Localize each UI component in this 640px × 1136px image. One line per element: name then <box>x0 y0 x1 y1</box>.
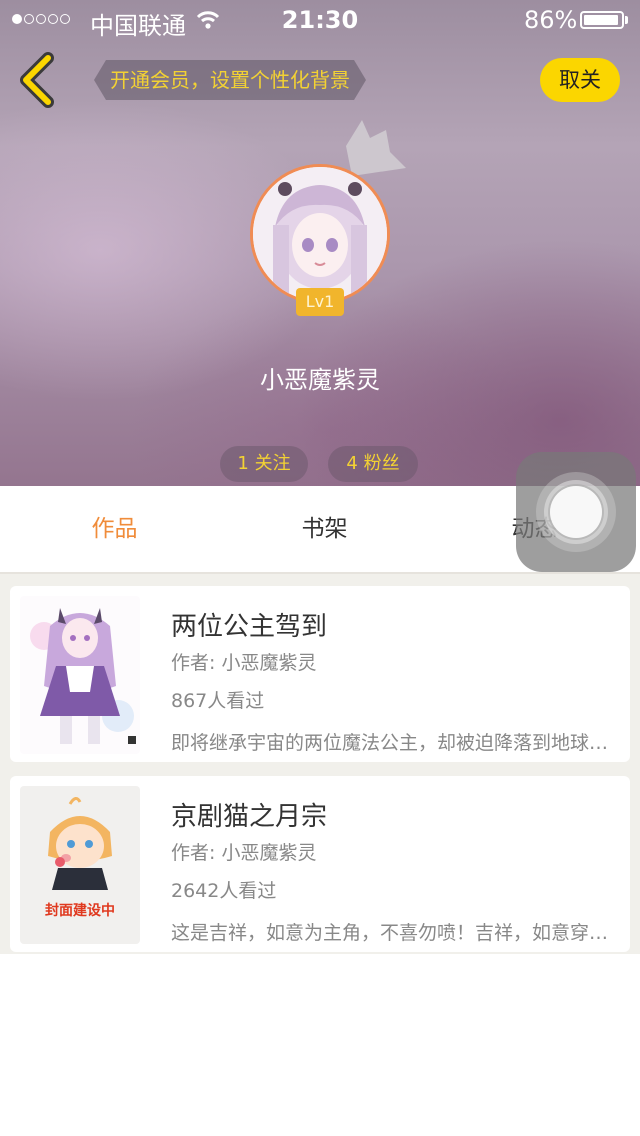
tab-works[interactable]: 作品 <box>8 486 221 572</box>
work-views: 2642人看过 <box>171 880 277 902</box>
tab-bookshelf[interactable]: 书架 <box>218 486 431 572</box>
assistive-touch-button[interactable] <box>516 452 636 572</box>
work-cover <box>20 596 140 754</box>
username: 小恶魔紫灵 <box>260 366 380 394</box>
level-badge: Lv1 <box>296 288 344 316</box>
avatar-image <box>253 167 387 301</box>
avatar[interactable] <box>250 164 390 304</box>
work-description: 即将继承宇宙的两位魔法公主，却被迫降落到地球上学习 <box>171 732 619 754</box>
cover-placeholder-label: 封面建设中 <box>45 903 115 919</box>
list-item[interactable]: 封面建设中 京剧猫之月宗 作者: 小恶魔紫灵 2642人看过 这是吉祥，如意为主… <box>10 776 630 952</box>
vip-background-banner[interactable]: 开通会员，设置个性化背景 <box>94 60 366 100</box>
chevron-left-icon <box>20 52 54 108</box>
work-author: 作者: 小恶魔紫灵 <box>171 652 317 674</box>
works-list: 两位公主驾到 作者: 小恶魔紫灵 867人看过 即将继承宇宙的两位魔法公主，却被… <box>0 574 640 954</box>
unfollow-button[interactable]: 取关 <box>540 58 620 102</box>
back-button[interactable] <box>14 52 64 108</box>
placeholder-cover-illustration <box>48 797 112 890</box>
battery-percent: 86% <box>524 6 578 34</box>
battery-icon <box>580 11 624 29</box>
list-item[interactable]: 两位公主驾到 作者: 小恶魔紫灵 867人看过 即将继承宇宙的两位魔法公主，却被… <box>10 586 630 762</box>
work-cover: 封面建设中 <box>20 786 140 944</box>
work-title: 两位公主驾到 <box>171 612 328 642</box>
work-author: 作者: 小恶魔紫灵 <box>171 842 317 864</box>
status-bar: 中国联通 21:30 86% <box>0 0 640 40</box>
cover-illustration <box>20 596 140 754</box>
following-count[interactable]: 1 关注 <box>220 446 308 482</box>
work-title: 京剧猫之月宗 <box>171 802 328 832</box>
profile-header: 中国联通 21:30 86% 开通会员，设置个性化背景 取关 Lv1 小恶魔紫灵… <box>0 0 640 486</box>
fans-count[interactable]: 4 粉丝 <box>328 446 418 482</box>
work-description: 这是吉祥，如意为主角，不喜勿喷！吉祥，如意穿越到京剧猫世界 <box>171 922 619 944</box>
work-views: 867人看过 <box>171 690 265 712</box>
